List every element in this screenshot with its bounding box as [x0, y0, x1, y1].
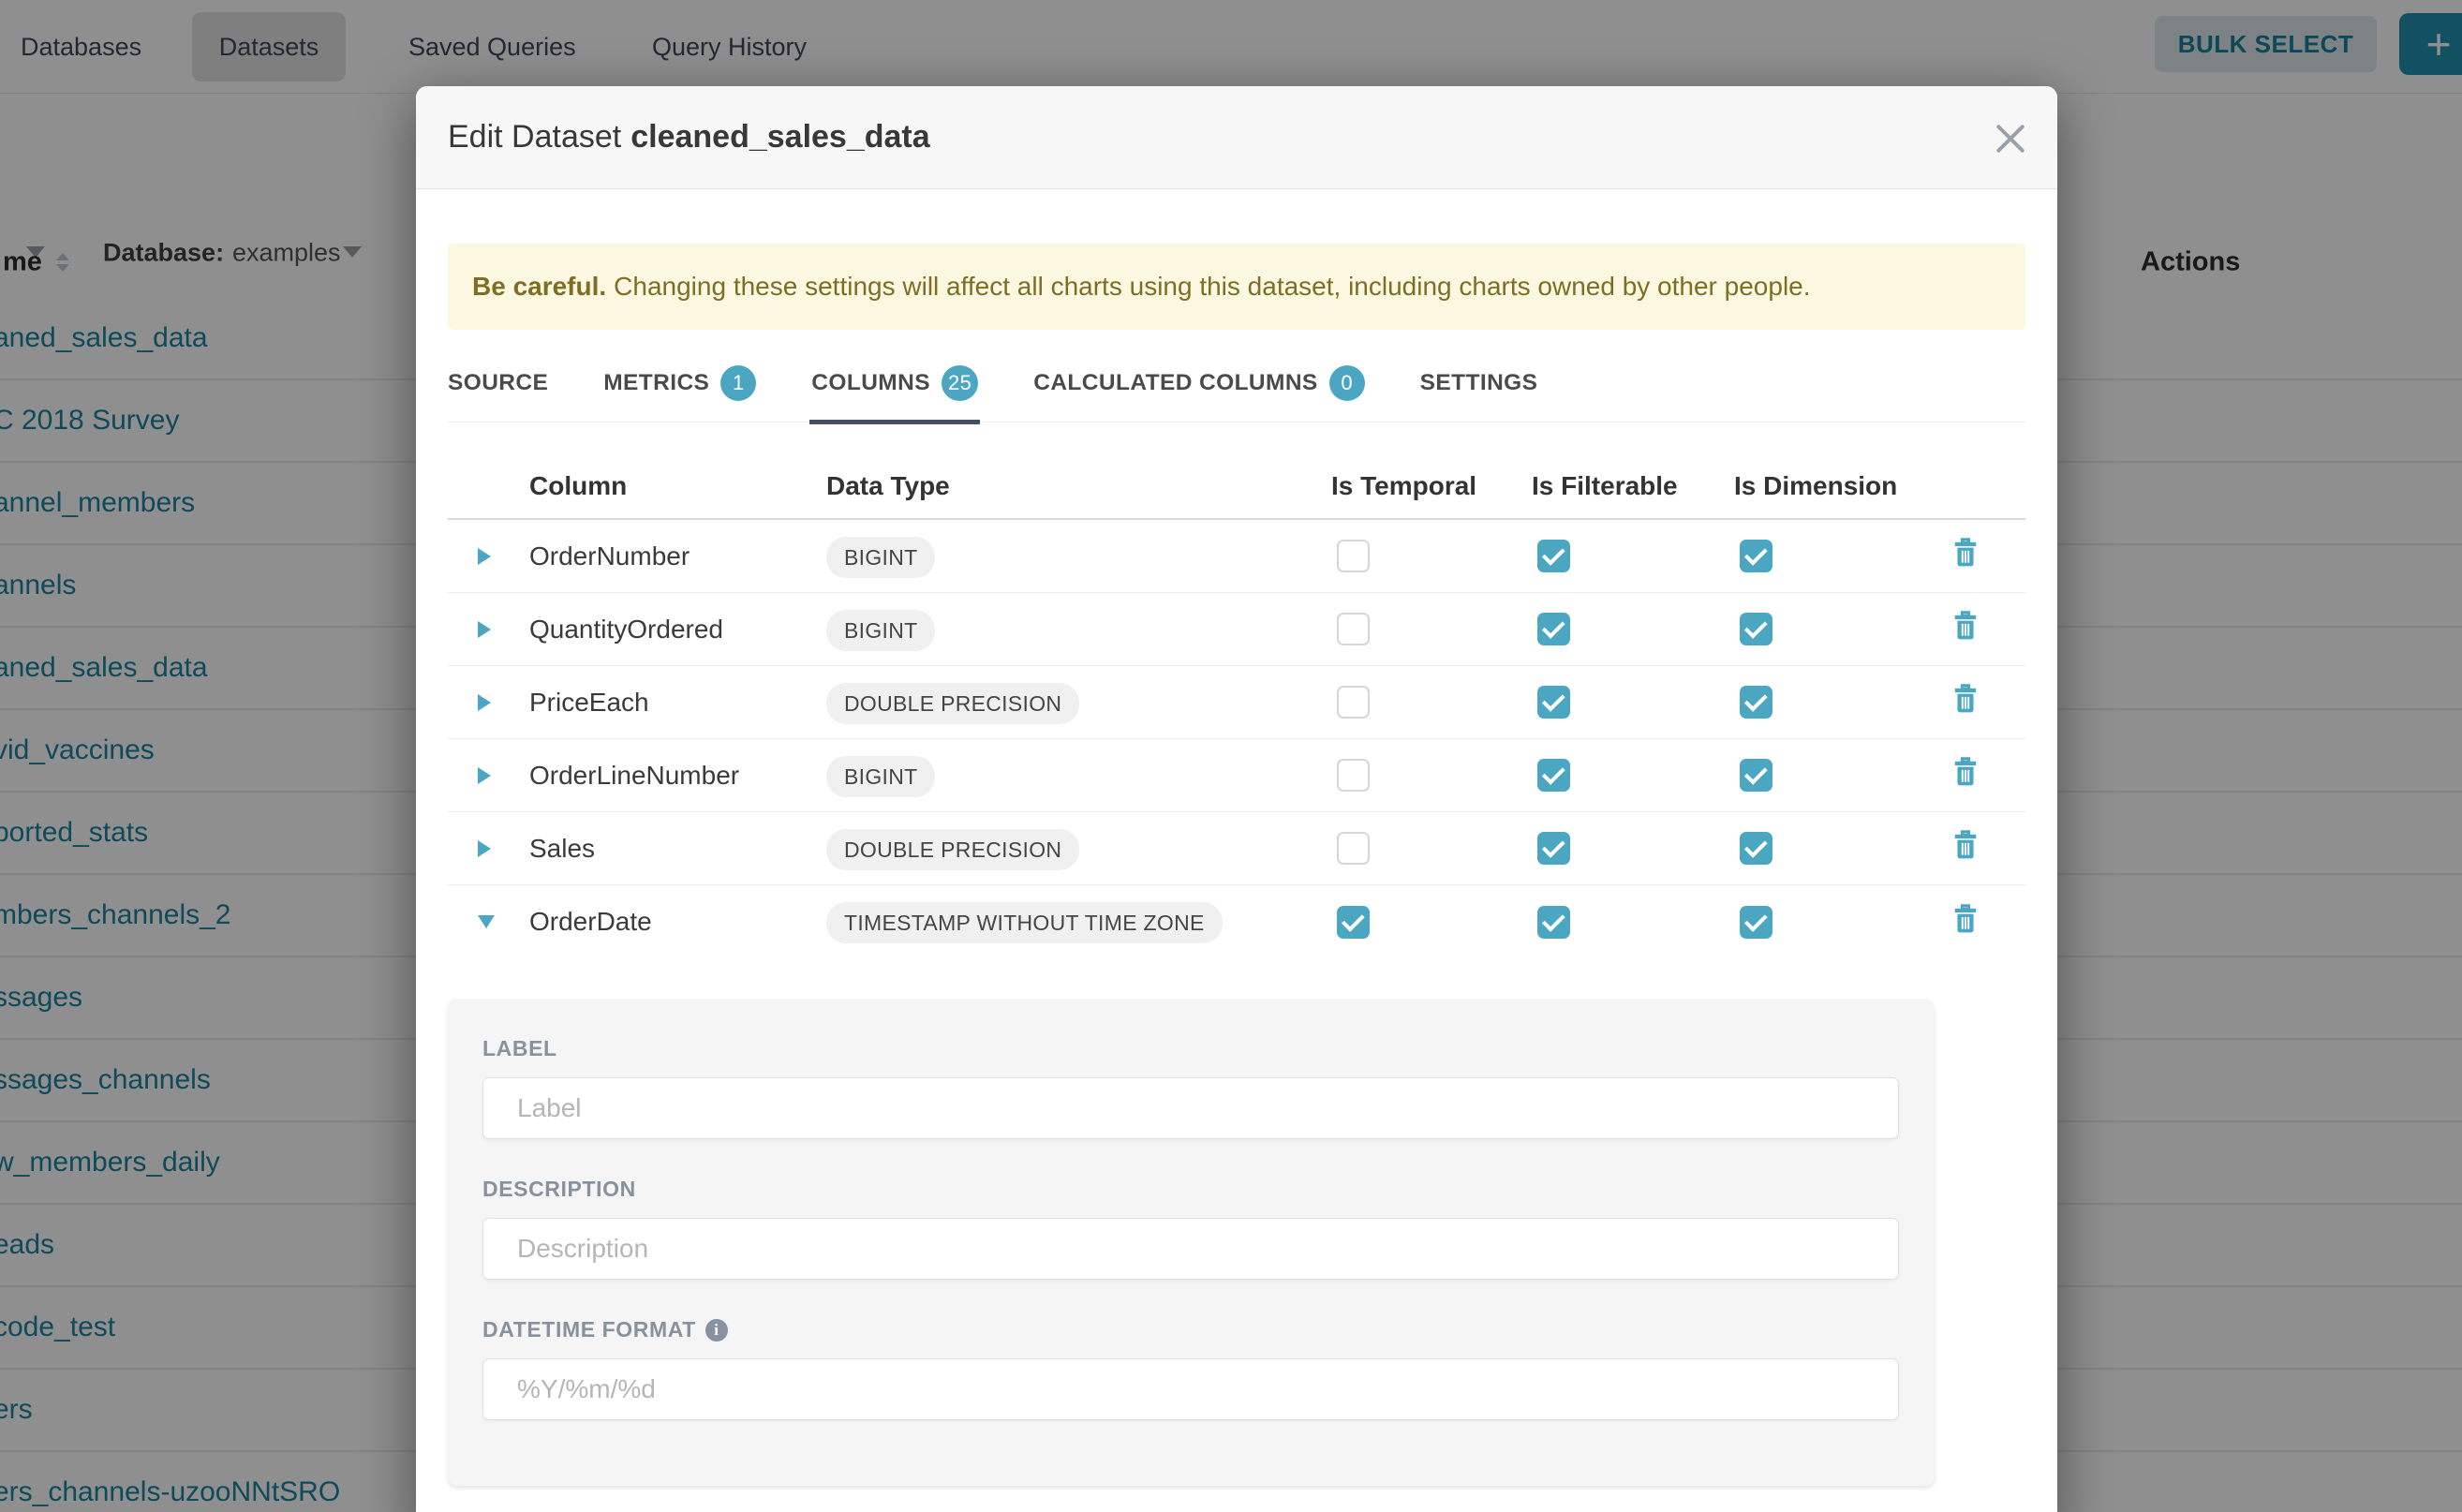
- description-input[interactable]: [482, 1218, 1899, 1280]
- modal-tab-label: METRICS: [603, 370, 709, 396]
- close-icon[interactable]: [1990, 118, 2031, 159]
- data-type-pill: DOUBLE PRECISION: [826, 683, 1079, 724]
- expand-caret-icon[interactable]: [478, 913, 495, 930]
- is-filterable-checkbox[interactable]: [1537, 832, 1570, 865]
- column-name: OrderDate: [529, 907, 813, 937]
- is-temporal-checkbox[interactable]: [1337, 906, 1370, 939]
- is-filterable-checkbox[interactable]: [1537, 613, 1570, 645]
- is-filterable-checkbox[interactable]: [1537, 540, 1570, 572]
- columns-table: Column Data Type Is Temporal Is Filterab…: [448, 453, 2025, 958]
- modal-tab[interactable]: METRICS 1: [603, 365, 756, 422]
- is-dimension-header: Is Dimension: [1734, 471, 1953, 501]
- expand-caret-icon[interactable]: [478, 694, 495, 711]
- info-icon[interactable]: i: [705, 1319, 728, 1342]
- modal-title: Edit Datasetcleaned_sales_data: [448, 119, 930, 156]
- table-row: Sales DOUBLE PRECISION: [448, 812, 2025, 885]
- is-dimension-checkbox[interactable]: [1740, 832, 1772, 865]
- expand-caret-icon[interactable]: [478, 621, 495, 638]
- caret-glyph: [478, 840, 491, 857]
- modal-title-prefix: Edit Dataset: [448, 119, 621, 155]
- expand-caret-icon[interactable]: [478, 840, 495, 857]
- columns-table-body: OrderNumber BIGINT: [448, 520, 2025, 958]
- label-input[interactable]: [482, 1077, 1899, 1139]
- is-dimension-checkbox[interactable]: [1740, 759, 1772, 792]
- modal-tab[interactable]: CALCULATED COLUMNS 0: [1033, 365, 1364, 422]
- modal-tab-label: COLUMNS: [811, 370, 930, 396]
- tab-count-badge: 1: [720, 365, 756, 401]
- table-row: OrderDate TIMESTAMP WITHOUT TIME ZONE: [448, 885, 2025, 958]
- caret-glyph: [478, 694, 491, 711]
- data-type-pill: BIGINT: [826, 756, 935, 797]
- modal-title-dataset-name: cleaned_sales_data: [630, 119, 929, 155]
- delete-trash-icon[interactable]: [1953, 684, 1978, 714]
- column-detail-panel: LABEL DESCRIPTION DATETIME FORMAT i: [448, 999, 1935, 1486]
- column-name: OrderLineNumber: [529, 761, 813, 791]
- modal-tab-label: SOURCE: [448, 370, 548, 396]
- column-name: PriceEach: [529, 688, 813, 718]
- is-filterable-checkbox[interactable]: [1537, 906, 1570, 939]
- table-row: QuantityOrdered BIGINT: [448, 593, 2025, 666]
- column-name: QuantityOrdered: [529, 615, 813, 645]
- data-type-pill: TIMESTAMP WITHOUT TIME ZONE: [826, 902, 1223, 943]
- is-temporal-checkbox[interactable]: [1337, 613, 1370, 645]
- caret-glyph: [478, 767, 491, 784]
- expand-caret-icon[interactable]: [478, 767, 495, 784]
- data-type-pill: DOUBLE PRECISION: [826, 829, 1079, 870]
- modal-tab-label: SETTINGS: [1420, 370, 1538, 396]
- is-filterable-header: Is Filterable: [1532, 471, 1734, 501]
- is-temporal-checkbox[interactable]: [1337, 759, 1370, 792]
- is-filterable-checkbox[interactable]: [1537, 759, 1570, 792]
- datetime-format-input[interactable]: [482, 1358, 1899, 1420]
- is-temporal-checkbox[interactable]: [1337, 832, 1370, 865]
- modal-header: Edit Datasetcleaned_sales_data: [416, 86, 2057, 189]
- tab-count-badge: 0: [1329, 365, 1365, 401]
- table-row: PriceEach DOUBLE PRECISION: [448, 666, 2025, 739]
- data-type-pill: BIGINT: [826, 610, 935, 651]
- column-header: Column: [529, 471, 813, 501]
- is-temporal-header: Is Temporal: [1331, 471, 1532, 501]
- data-type-pill: BIGINT: [826, 537, 935, 578]
- is-dimension-checkbox[interactable]: [1740, 613, 1772, 645]
- warning-banner: Be careful. Changing these settings will…: [448, 244, 2025, 330]
- caret-glyph: [478, 621, 491, 638]
- expand-caret-icon[interactable]: [478, 548, 495, 565]
- datetime-format-field-heading: DATETIME FORMAT i: [482, 1317, 1900, 1342]
- warning-bold-text: Be careful.: [472, 272, 606, 302]
- tab-count-badge: 25: [942, 365, 978, 401]
- column-name: OrderNumber: [529, 541, 813, 571]
- edit-dataset-modal: Edit Datasetcleaned_sales_data Be carefu…: [416, 86, 2057, 1512]
- is-filterable-checkbox[interactable]: [1537, 686, 1570, 719]
- table-row: OrderNumber BIGINT: [448, 520, 2025, 593]
- is-temporal-checkbox[interactable]: [1337, 686, 1370, 719]
- delete-trash-icon[interactable]: [1953, 757, 1978, 787]
- delete-trash-icon[interactable]: [1953, 611, 1978, 641]
- column-name: Sales: [529, 834, 813, 864]
- is-dimension-checkbox[interactable]: [1740, 540, 1772, 572]
- columns-table-header: Column Data Type Is Temporal Is Filterab…: [448, 453, 2025, 520]
- datetime-heading-text: DATETIME FORMAT: [482, 1317, 696, 1342]
- warning-text: Changing these settings will affect all …: [614, 272, 1810, 302]
- table-row: OrderLineNumber BIGINT: [448, 739, 2025, 812]
- delete-trash-icon[interactable]: [1953, 538, 1978, 568]
- modal-body: Be careful. Changing these settings will…: [416, 244, 2057, 1486]
- modal-tab[interactable]: SETTINGS: [1420, 365, 1538, 422]
- modal-tab[interactable]: COLUMNS 25: [811, 365, 978, 422]
- modal-tab[interactable]: SOURCE: [448, 365, 548, 422]
- label-heading-text: LABEL: [482, 1036, 557, 1061]
- is-dimension-checkbox[interactable]: [1740, 686, 1772, 719]
- description-field-heading: DESCRIPTION: [482, 1177, 1900, 1202]
- delete-trash-icon[interactable]: [1953, 830, 1978, 860]
- screen: Databases Datasets Saved Queries Query H…: [0, 0, 2462, 1512]
- data-type-header: Data Type: [826, 471, 1331, 501]
- modal-tabs: SOURCE METRICS 1 COLUMNS 25 CALCUL: [448, 365, 2025, 422]
- caret-glyph: [478, 915, 495, 928]
- modal-tab-label: CALCULATED COLUMNS: [1033, 370, 1317, 396]
- is-temporal-checkbox[interactable]: [1337, 540, 1370, 572]
- caret-glyph: [478, 548, 491, 565]
- is-dimension-checkbox[interactable]: [1740, 906, 1772, 939]
- label-field-heading: LABEL: [482, 1036, 1900, 1061]
- delete-trash-icon[interactable]: [1953, 904, 1978, 934]
- description-heading-text: DESCRIPTION: [482, 1177, 636, 1202]
